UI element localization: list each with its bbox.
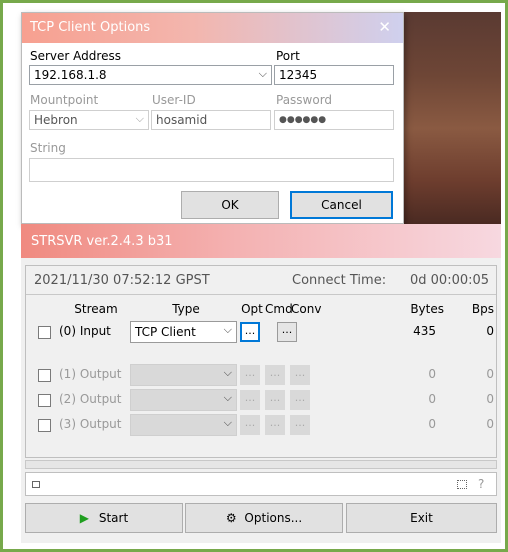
connect-time-label: Connect Time: xyxy=(292,273,387,288)
strsvr-window: STRSVR ver.2.4.3 b31 2021/11/30 07:52:12… xyxy=(21,224,501,543)
stream-name: (0) Input xyxy=(59,324,111,338)
chevron-down-icon[interactable]: ⌵ xyxy=(224,366,232,380)
panel-divider xyxy=(26,294,496,295)
user-id-label: User-ID xyxy=(152,93,196,107)
opt-button[interactable]: ... xyxy=(240,365,260,385)
dialog-titlebar: TCP Client Options ✕ xyxy=(22,13,403,43)
strsvr-title: STRSVR ver.2.4.3 b31 xyxy=(31,234,173,249)
mountpoint-combo[interactable]: Hebron ⌵ xyxy=(29,110,149,130)
cmd-button[interactable]: ... xyxy=(265,365,285,385)
header-type: Type xyxy=(172,302,200,316)
exit-button[interactable]: Exit xyxy=(346,503,497,533)
bps-value: 0 xyxy=(486,324,494,338)
header-conv: Conv xyxy=(291,302,322,316)
options-label: Options... xyxy=(244,511,303,525)
stream-panel: 2021/11/30 07:52:12 GPST Connect Time: 0… xyxy=(25,265,497,458)
input-type-combo[interactable]: TCP Client ⌵ xyxy=(130,321,237,343)
bps-value: 0 xyxy=(486,367,494,381)
progress-bar xyxy=(25,460,497,469)
help-icon[interactable]: ? xyxy=(478,477,484,491)
bytes-value: 0 xyxy=(428,417,436,431)
output-checkbox[interactable] xyxy=(38,394,51,407)
output-type-combo[interactable]: ⌵ xyxy=(130,364,237,386)
bytes-value: 0 xyxy=(428,367,436,381)
cmd-button[interactable]: ... xyxy=(265,390,285,410)
header-bytes: Bytes xyxy=(410,302,444,316)
port-input[interactable]: 12345 xyxy=(274,65,394,85)
stream-name: (2) Output xyxy=(59,392,122,406)
bps-value: 0 xyxy=(486,417,494,431)
type-value: TCP Client xyxy=(135,325,196,339)
cmd-button[interactable]: ... xyxy=(265,415,285,435)
server-address-value: 192.168.1.8 xyxy=(34,68,107,82)
close-icon[interactable]: ✕ xyxy=(378,18,391,36)
header-stream: Stream xyxy=(74,302,118,316)
header-bps: Bps xyxy=(471,302,494,316)
background-photo xyxy=(404,12,501,224)
opt-button[interactable]: ... xyxy=(240,415,260,435)
opt-button[interactable]: ... xyxy=(240,322,260,342)
log-icon[interactable] xyxy=(457,480,467,489)
output-checkbox[interactable] xyxy=(38,369,51,382)
password-label: Password xyxy=(276,93,333,107)
input-checkbox[interactable] xyxy=(38,326,51,339)
header-cmd: Cmd xyxy=(265,302,293,316)
chevron-down-icon[interactable]: ⌵ xyxy=(136,112,144,126)
start-button[interactable]: ▶ Start xyxy=(25,503,183,533)
options-button[interactable]: ⚙ Options... xyxy=(185,503,343,533)
server-address-label: Server Address xyxy=(30,49,121,63)
password-input[interactable]: ●●●●●● xyxy=(274,110,394,130)
connect-time-value: 0d 00:00:05 xyxy=(410,273,490,288)
bytes-value: 0 xyxy=(428,392,436,406)
cancel-button[interactable]: Cancel xyxy=(290,191,393,219)
string-label: String xyxy=(30,141,66,155)
tcp-client-options-dialog: TCP Client Options ✕ Server Address 192.… xyxy=(21,12,404,224)
string-input[interactable] xyxy=(29,158,394,182)
server-address-combo[interactable]: 192.168.1.8 ⌵ xyxy=(29,65,272,85)
stream-name: (3) Output xyxy=(59,417,122,431)
opt-button[interactable]: ... xyxy=(240,390,260,410)
port-label: Port xyxy=(276,49,300,63)
conv-button[interactable]: ... xyxy=(290,390,310,410)
conv-button[interactable]: ... xyxy=(290,365,310,385)
chevron-down-icon[interactable]: ⌵ xyxy=(224,323,232,337)
ok-button[interactable]: OK xyxy=(181,191,279,219)
message-bar: ? xyxy=(25,472,497,496)
output-type-combo[interactable]: ⌵ xyxy=(130,414,237,436)
small-square-icon[interactable] xyxy=(32,481,40,488)
output-checkbox[interactable] xyxy=(38,419,51,432)
bps-value: 0 xyxy=(486,392,494,406)
user-id-input[interactable]: hosamid xyxy=(151,110,271,130)
start-label: Start xyxy=(98,511,129,525)
bytes-value: 435 xyxy=(413,324,436,338)
chevron-down-icon[interactable]: ⌵ xyxy=(259,67,267,81)
stream-name: (1) Output xyxy=(59,367,122,381)
mountpoint-label: Mountpoint xyxy=(30,93,99,107)
conv-button[interactable]: ... xyxy=(290,415,310,435)
dialog-title: TCP Client Options xyxy=(30,20,151,35)
mountpoint-value: Hebron xyxy=(34,113,78,127)
cmd-button[interactable]: ... xyxy=(277,322,297,342)
chevron-down-icon[interactable]: ⌵ xyxy=(224,416,232,430)
play-icon: ▶ xyxy=(79,511,90,525)
strsvr-titlebar: STRSVR ver.2.4.3 b31 xyxy=(21,224,501,258)
gps-time: 2021/11/30 07:52:12 GPST xyxy=(34,273,210,288)
header-opt: Opt xyxy=(241,302,263,316)
output-type-combo[interactable]: ⌵ xyxy=(130,389,237,411)
gear-icon: ⚙ xyxy=(225,511,237,525)
chevron-down-icon[interactable]: ⌵ xyxy=(224,391,232,405)
